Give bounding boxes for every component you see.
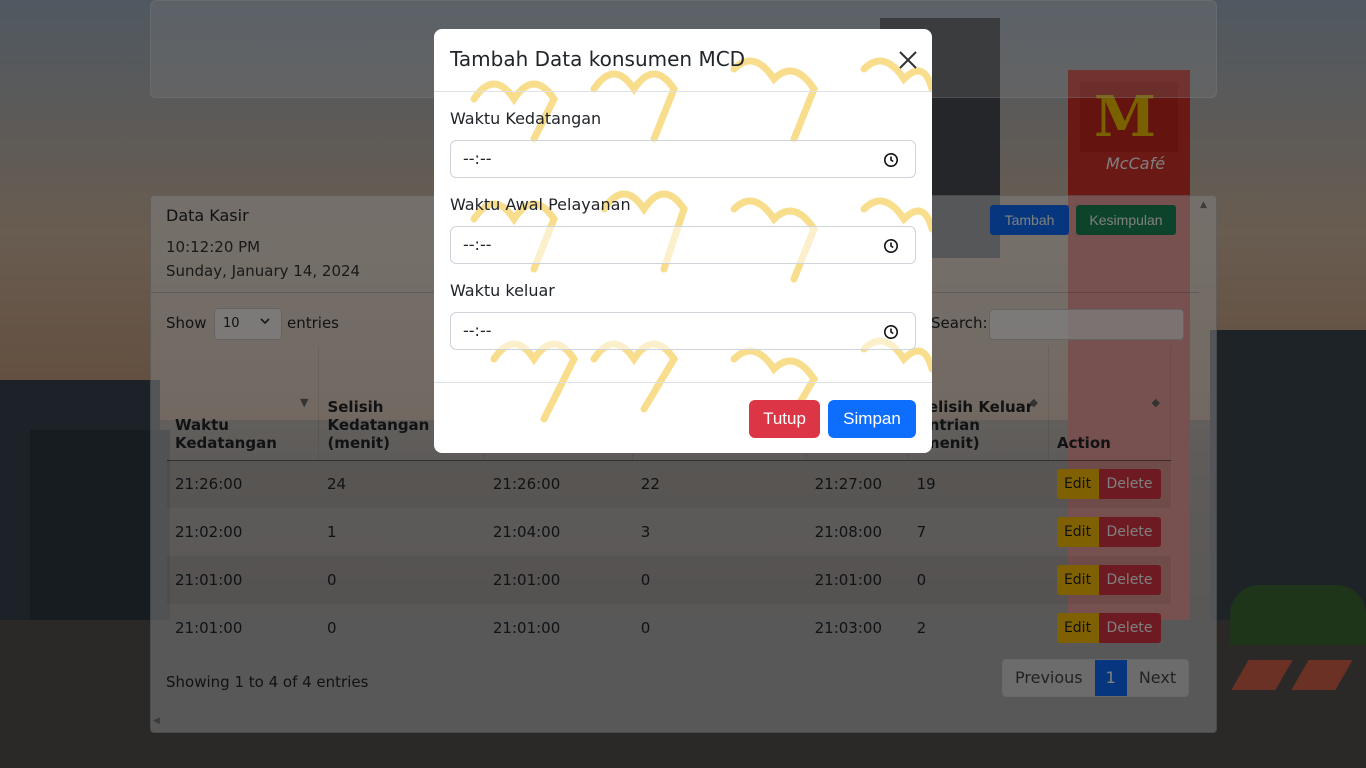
modal-title: Tambah Data konsumen MCD [450, 47, 746, 71]
waktu-keluar-label: Waktu keluar [450, 281, 555, 300]
tutup-button[interactable]: Tutup [749, 400, 820, 438]
time-input-value: --:-- [463, 321, 492, 340]
modal-header: Tambah Data konsumen MCD [434, 29, 932, 92]
close-icon[interactable] [896, 48, 920, 72]
clock-icon[interactable] [883, 324, 899, 340]
simpan-button[interactable]: Simpan [828, 400, 916, 438]
clock-icon[interactable] [883, 152, 899, 168]
time-input-value: --:-- [463, 235, 492, 254]
time-input-value: --:-- [463, 149, 492, 168]
waktu-awal-pelayanan-label: Waktu Awal Pelayanan [450, 195, 631, 214]
modal-footer: Tutup Simpan [434, 382, 932, 453]
waktu-kedatangan-input[interactable]: --:-- [450, 140, 916, 178]
waktu-kedatangan-label: Waktu Kedatangan [450, 109, 602, 128]
clock-icon[interactable] [883, 238, 899, 254]
add-customer-modal: Tambah Data konsumen MCD Waktu Kedatanga… [434, 29, 932, 453]
waktu-awal-pelayanan-input[interactable]: --:-- [450, 226, 916, 264]
waktu-keluar-input[interactable]: --:-- [450, 312, 916, 350]
